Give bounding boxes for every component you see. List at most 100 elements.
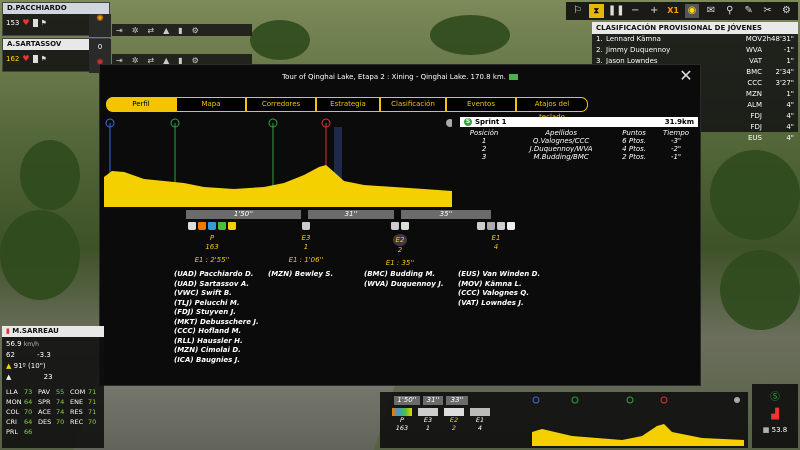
rider-name[interactable]: (TLJ) Pelucchi M. [174,299,259,309]
tool-icon[interactable]: ✂ [760,4,775,18]
mini-gap: 31'' [423,396,443,405]
attribute-label [70,427,88,437]
eye-icon[interactable]: ◉ [684,4,700,18]
rider-name[interactable]: (CCC) Hofland M. [174,327,259,337]
chart-icon[interactable]: ▲ [163,26,169,35]
standings-time: 4" [786,134,794,142]
attribute-value [56,427,70,437]
rider-name[interactable]: (WVA) Duquennoy J. [364,280,444,290]
attribute-value: 55 [56,388,65,396]
group-riders-peloton: (UAD) Pacchiardo D. (UAD) Sartassov A. (VW… [174,270,259,365]
group-e2[interactable]: E2 2 E1 : 35'' [372,222,428,267]
tab-mapa[interactable]: Mapa [176,97,246,112]
mini-gap: 1'50'' [394,396,420,405]
stop-icon[interactable]: ▮ [178,26,182,35]
standings-team: MOV [745,35,762,43]
jersey-icon [391,222,399,230]
rider-panel-2[interactable]: A.SARTASSOV 162 ♥ ⚑ 0 ✺ [2,38,111,73]
rider-name[interactable]: (EUS) Van Winden D. [458,270,540,280]
rider-name: M.SARREAU [12,327,59,335]
sprint-icon [571,396,579,404]
focus-stats: 56.9 km/h 62 -3.3 ▲ 91º (10") ▲ 23 [2,337,104,385]
col-posicion: Posición [469,129,499,137]
bike-icon[interactable]: ⚲ [722,4,737,18]
tab-estrategia[interactable]: Estrategia [316,97,380,112]
attribute-label: PAV [38,388,50,396]
stage-profile[interactable] [104,117,452,207]
group-e1[interactable]: E1 4 [468,222,524,251]
rider-name[interactable]: (UAD) Pacchiardo D. [174,270,259,280]
tab-atajos[interactable]: Atajos del teclado [516,97,588,121]
attribute-label: MON [6,398,22,406]
distance-remaining: 53.8 [771,426,788,434]
plus-icon[interactable]: + [647,4,662,18]
rider-name[interactable]: (BMC) Budding M. [364,270,444,280]
rider-name[interactable]: (CCC) Valognes Q. [458,289,540,299]
pace-icon[interactable]: ⇄ [147,26,154,35]
rider-name[interactable]: (ICA) Baugnies J. [174,356,259,366]
jersey-icon [477,222,485,230]
rider-attributes: LLA 73 PAV 55 COM 71 MON 64 SPR 74 ENE 71 COL 70 ACE 74… [2,385,104,439]
tab-perfil[interactable]: Perfil [106,97,176,112]
tab-eventos[interactable]: Eventos [446,97,516,112]
rider-name[interactable]: (VWC) Swift B. [174,289,259,299]
sprint-header: S Sprint 1 31.9km [460,117,698,127]
stage-title: Tour of Qinghai Lake, Etapa 2 : Xining -… [282,73,506,81]
standings-row[interactable]: 2. Jimmy Duquennoy WVA -1" [592,45,798,56]
minus-icon[interactable]: − [628,4,643,18]
attribute-value: 73 [24,388,33,396]
group-e3[interactable]: E3 1 E1 : 1'06'' [278,222,334,264]
mini-race-bar[interactable]: 1'50'' 31'' 33'' P 163 E3 1 E2 2 E1 4 [380,392,748,448]
stage-modal: Tour of Qinghai Lake, Etapa 2 : Xining -… [99,64,701,386]
gear-icon[interactable]: ⚙ [192,26,199,35]
mini-group: E3 1 [418,408,438,432]
follow-icon[interactable]: ✲ [132,26,139,35]
speed-value: 56.9 [6,340,22,348]
settings-icon[interactable]: ⚙ [779,4,794,18]
close-icon[interactable]: ✕ [678,68,694,84]
sprint-row: 1 Q.Valognes/CCC 6 Ptos. -3" [460,137,698,145]
speed-button[interactable]: X1 [666,4,681,18]
heart-icon: ♥ [22,18,30,27]
rider-name[interactable]: (MZN) Cimolai D. [174,346,259,356]
sprint-icon[interactable]: Ⓢ [752,388,798,403]
standings-team: FDJ [750,112,762,120]
chart-icon[interactable]: ▟ [752,409,798,420]
rider-panel-1[interactable]: D.PACCHIARDO 153 ♥ ⚑ ✺ [2,2,111,37]
jersey-icon [198,222,206,230]
rider-name[interactable]: (MKT) Debusschere J. [174,318,259,328]
mail-icon[interactable]: ✉ [703,4,718,18]
rider-name[interactable]: (VAT) Lowndes J. [458,299,540,309]
rider-name[interactable]: (FDJ) Stuyven J. [174,308,259,318]
standings-team: ALM [747,101,762,109]
rider-name[interactable]: (MOV) Kämna L. [458,280,540,290]
modal-tabs: Perfil Mapa Corredores Estrategia Clasif… [106,97,588,121]
hourglass-icon[interactable]: ⧗ [588,4,604,18]
focus-rider-panel[interactable]: ▮ M.SARREAU 56.9 km/h 62 -3.3 ▲ 91º (10"… [2,326,104,448]
group-peloton[interactable]: P 163 E1 : 2'55'' [178,222,246,264]
tab-corredores[interactable]: Corredores [246,97,316,112]
standings-team: WVA [745,46,762,54]
sprint-cell: Q.Valognes/CCC [532,137,590,145]
group-time: E1 : 1'06'' [288,256,324,264]
side-box: ✺ [89,14,111,37]
standings-pos: 2. [596,46,603,54]
attribute-label: ACE [38,408,51,416]
game-toolbar: ⚐ ⧗ ❚❚ − + X1 ◉ ✉ ⚲ ✎ ✂ ⚙ [566,2,798,20]
flag-icon: ▮ [6,327,10,335]
jersey-icon [401,222,409,230]
pause-icon[interactable]: ❚❚ [608,4,625,18]
flag-icon: ⚑ [40,18,47,27]
tab-clasificacion[interactable]: Clasificación [380,97,446,112]
flag-icon[interactable]: ⚐ [570,4,585,18]
standings-row[interactable]: 1. Lennard Kämna MOV 2h48'31" [592,34,798,45]
rider-name[interactable]: (RLL) Haussler H. [174,337,259,347]
attack-icon[interactable]: ⇥ [116,26,123,35]
rider-actions-1[interactable]: ⇥ ✲ ⇄ ▲ ▮ ⚙ [112,24,252,36]
screen-icon[interactable] [508,74,518,80]
attribute-label: REC [70,418,84,426]
mini-group-label: P [400,416,404,424]
rider-name[interactable]: (UAD) Sartassov A. [174,280,259,290]
pen-icon[interactable]: ✎ [741,4,756,18]
rider-name[interactable]: (MZN) Bewley S. [268,270,333,280]
